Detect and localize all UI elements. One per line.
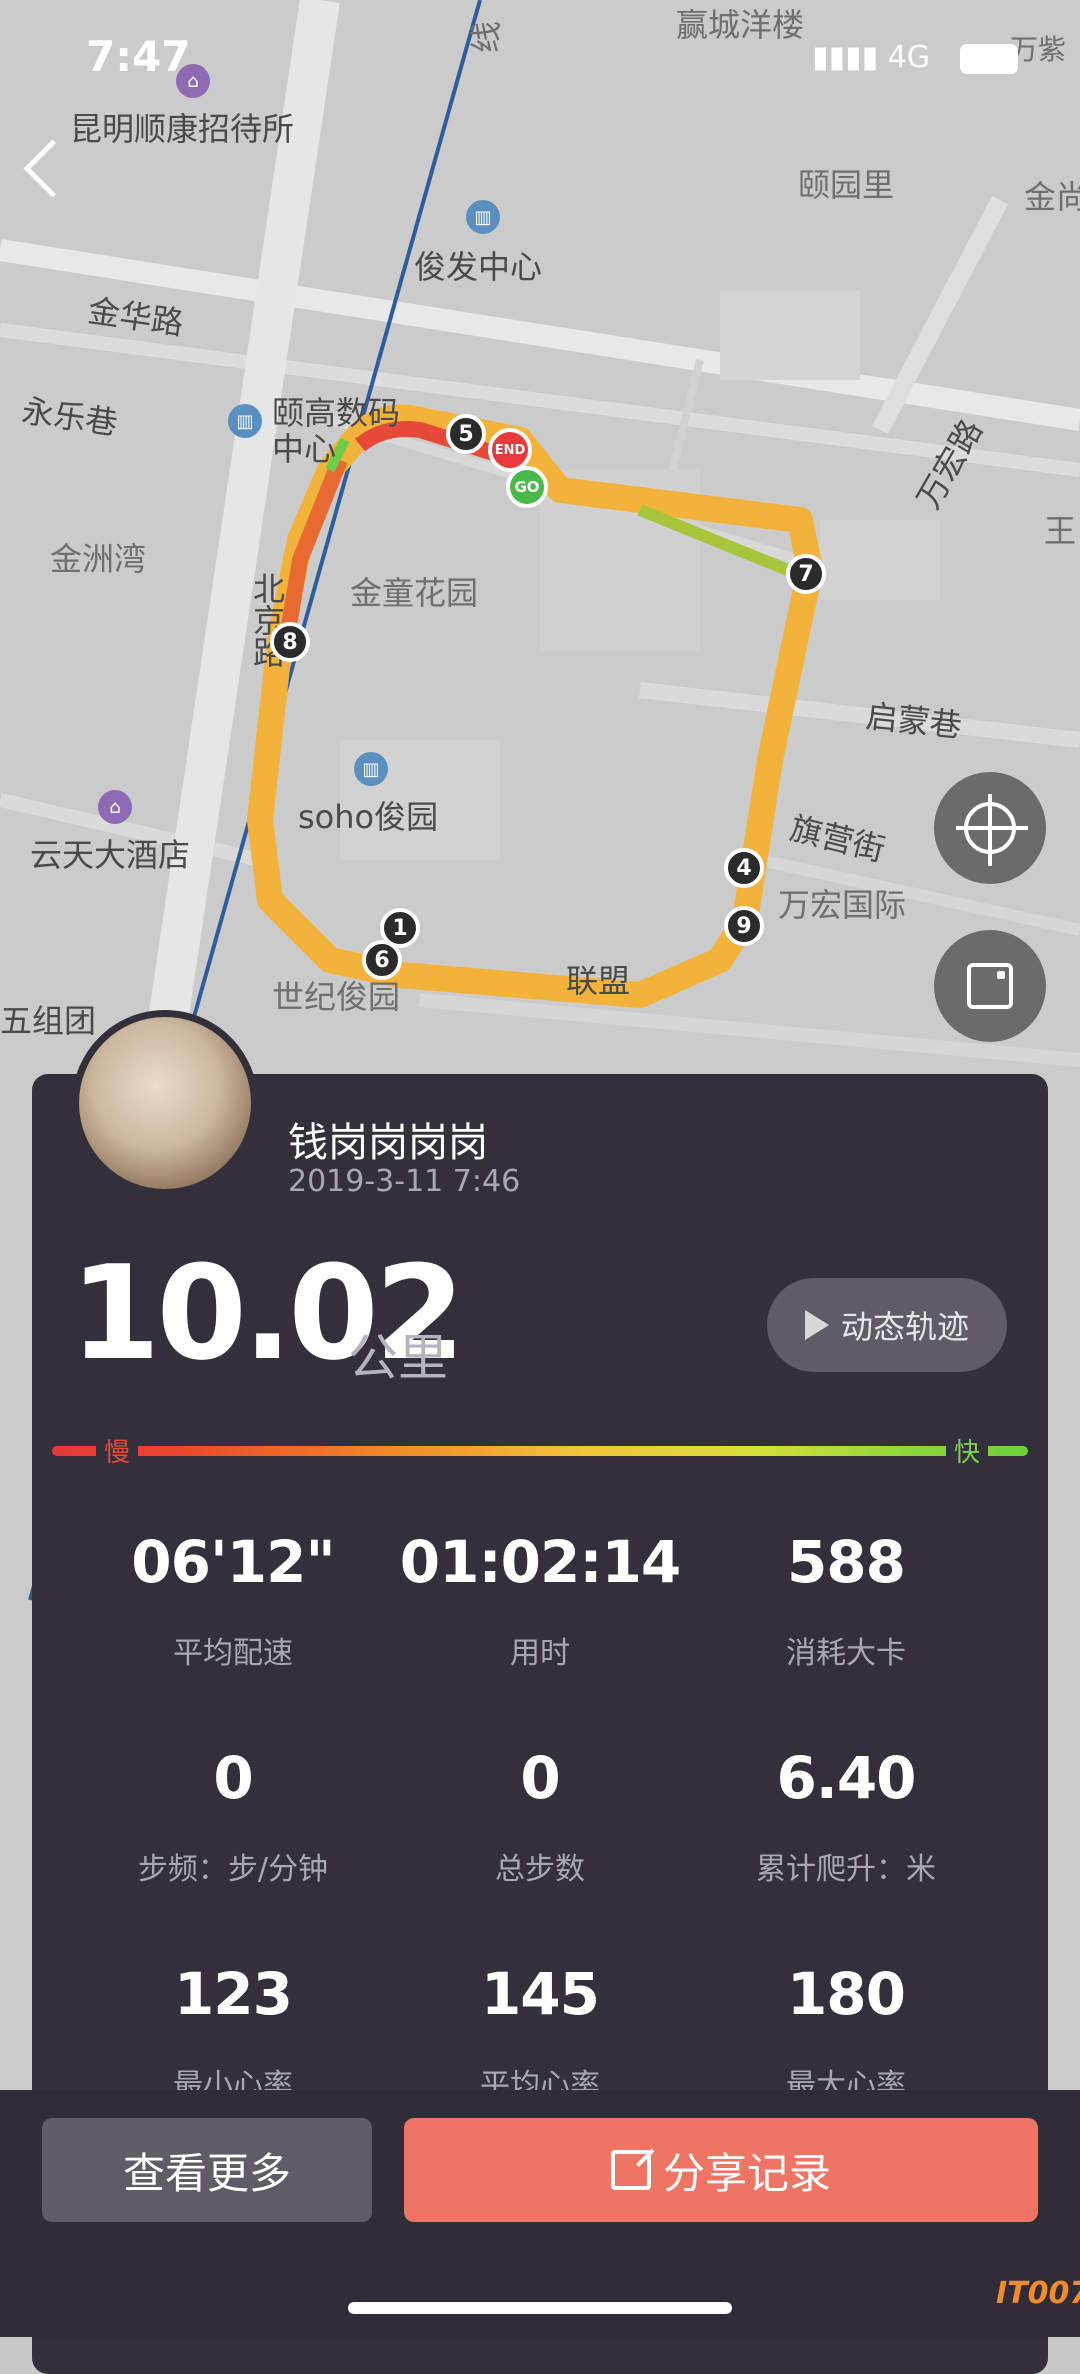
- map-label-jinzhouwan: 金洲湾: [50, 540, 147, 578]
- route-marker-7[interactable]: 7: [786, 554, 826, 594]
- map-label-wuzutuan: 五组团: [0, 1002, 97, 1040]
- stat-avg-pace-value: 06'12": [131, 1528, 335, 1596]
- stat-min-hr-value: 123: [173, 1960, 293, 2028]
- map-label-wang: 王: [1044, 512, 1077, 550]
- locate-button[interactable]: [934, 772, 1046, 884]
- stat-duration-value: 01:02:14: [399, 1528, 682, 1596]
- route-marker-4[interactable]: 4: [724, 848, 764, 888]
- map-label-soho: soho俊园: [298, 798, 439, 836]
- map-label-jinshang: 金尚: [1024, 178, 1080, 216]
- layer-icon: [967, 963, 1013, 1009]
- avatar[interactable]: [72, 1010, 258, 1196]
- map-label-kunming-shunkang: 昆明顺康招待所: [70, 110, 295, 148]
- route-marker-9[interactable]: 9: [724, 906, 764, 946]
- record-date: 2019-3-11 7:46: [288, 1164, 521, 1199]
- avatar-image: [79, 1017, 251, 1189]
- map-label-yuntian: 云天大酒店: [30, 836, 191, 874]
- speed-fast-label: 快: [946, 1432, 989, 1469]
- route-marker-8[interactable]: 8: [270, 622, 310, 662]
- watermark-logo: IT007: [996, 2276, 1080, 2311]
- network-type: 4G: [887, 40, 930, 75]
- stat-calories-label: 消耗大卡: [786, 1636, 906, 1671]
- map-label-zhongxin: 中心: [272, 430, 337, 468]
- share-icon: [610, 2150, 651, 2190]
- dynamic-track-button[interactable]: 动态轨迹: [767, 1278, 1007, 1372]
- map-label-yiyuanli: 颐园里: [798, 166, 895, 204]
- status-time: 7:47: [86, 32, 191, 81]
- home-indicator[interactable]: [348, 2302, 732, 2314]
- route-marker-6[interactable]: 6: [362, 940, 402, 980]
- route-marker-5[interactable]: 5: [446, 414, 486, 454]
- stat-avg-hr-value: 145: [480, 1960, 600, 2028]
- stat-steps-value: 0: [520, 1744, 560, 1812]
- stat-max-hr-value: 180: [786, 1960, 906, 2028]
- map-layer-button[interactable]: [934, 930, 1046, 1042]
- play-icon: [804, 1310, 829, 1340]
- stat-climb-label: 累计爬升：米: [756, 1852, 936, 1887]
- stat-cadence-value: 0: [213, 1744, 253, 1812]
- building-icon: ▥: [354, 752, 388, 786]
- speed-slow-label: 慢: [96, 1432, 139, 1469]
- view-more-button[interactable]: 查看更多: [42, 2118, 372, 2222]
- building-icon: ▥: [466, 200, 500, 234]
- stat-avg-pace-label: 平均配速: [173, 1636, 293, 1671]
- route-marker-go[interactable]: GO: [506, 466, 548, 508]
- map-label-yingcheng: 赢城洋楼: [676, 6, 805, 44]
- battery-icon: [960, 44, 1018, 74]
- dynamic-track-label: 动态轨迹: [840, 1308, 969, 1346]
- distance-unit: 公里: [348, 1329, 448, 1387]
- map-label-junfa: 俊发中心: [414, 248, 543, 286]
- map-label-wanhong-gj: 万宏国际: [778, 886, 907, 924]
- share-record-button[interactable]: 分享记录: [404, 2118, 1038, 2222]
- map-label-xian: 线: [467, 20, 506, 54]
- user-name: 钱岗岗岗岗: [288, 1120, 488, 1166]
- share-record-label: 分享记录: [662, 2148, 831, 2198]
- map-label-wanzi: 万紫: [1010, 33, 1067, 66]
- stat-steps-label: 总步数: [495, 1852, 585, 1887]
- speed-gradient-bar: [52, 1446, 1028, 1456]
- map-label-qimeng: 启蒙巷: [864, 697, 964, 745]
- stat-climb-value: 6.40: [776, 1744, 916, 1812]
- signal-icon: ▮▮▮▮ 4G: [812, 40, 930, 75]
- crosshair-icon: [964, 802, 1016, 854]
- stat-cadence-label: 步频：步/分钟: [137, 1852, 329, 1887]
- stat-duration-label: 用时: [510, 1636, 570, 1671]
- map-label-lianming: 联盟: [566, 962, 631, 1000]
- stat-calories-value: 588: [786, 1528, 906, 1596]
- hotel-icon: ⌂: [98, 790, 132, 824]
- map-label-jintong: 金童花园: [350, 574, 479, 612]
- building-icon: ▥: [228, 404, 262, 438]
